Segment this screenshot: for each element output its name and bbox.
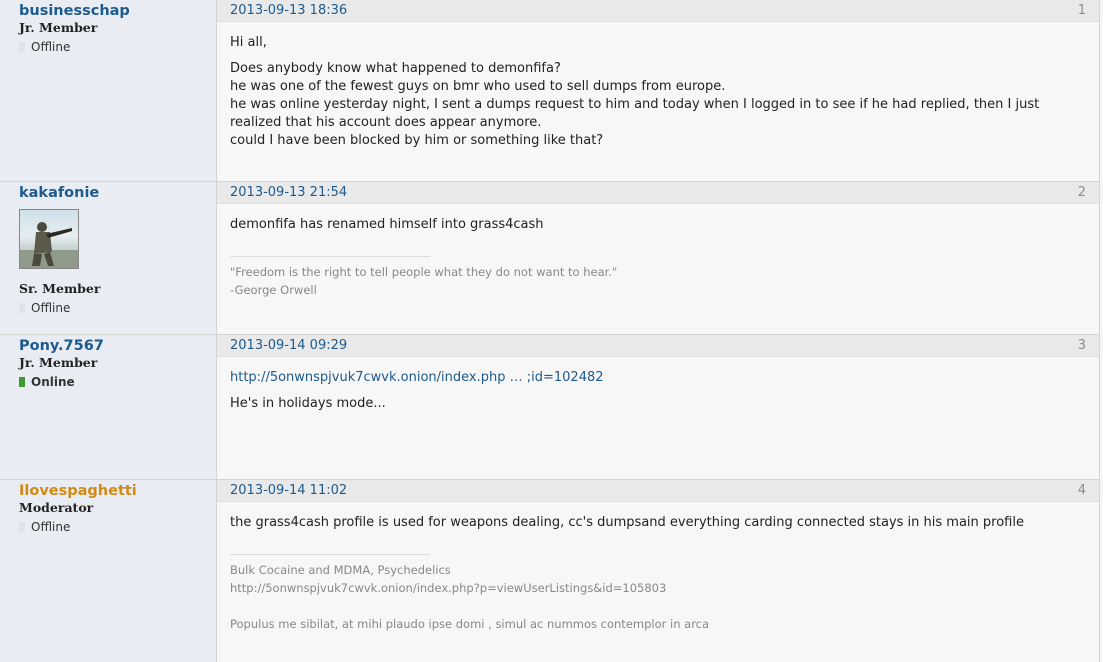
post-text: Does anybody know what happened to demon… <box>230 60 1086 150</box>
post-url-link[interactable]: http://5onwnspjvuk7cwvk.onion/index.php … <box>230 370 604 385</box>
soldier-avatar-icon <box>20 222 78 268</box>
offline-indicator-icon <box>19 303 25 313</box>
post-number: 1 <box>1077 3 1086 18</box>
post-content: 2013-09-13 18:36 1 Hi all, Does anybody … <box>217 0 1100 181</box>
offline-indicator-icon <box>19 522 25 532</box>
signature-line: -George Orwell <box>230 283 317 297</box>
status-label: Offline <box>31 301 71 315</box>
author-status: Online <box>19 375 216 389</box>
post-4: Ilovespaghetti Moderator Offline 2013-09… <box>0 479 1100 662</box>
author-role: Jr. Member <box>19 355 98 370</box>
post-text: Hi all, <box>230 35 267 50</box>
post-text: He's in holidays mode... <box>230 396 386 411</box>
post-body: Hi all, Does anybody know what happened … <box>217 22 1099 150</box>
author-link[interactable]: businesschap <box>19 3 216 19</box>
author-status: Offline <box>19 520 216 534</box>
post-number: 4 <box>1077 483 1086 498</box>
signature-line: Populus me sibilat, at mihi plaudo ipse … <box>230 617 710 631</box>
post-header: 2013-09-13 18:36 1 <box>217 0 1099 22</box>
post-signature: "Freedom is the right to tell people wha… <box>230 256 618 299</box>
status-label: Offline <box>31 520 71 534</box>
author-role: Sr. Member <box>19 281 101 296</box>
signature-line: "Freedom is the right to tell people wha… <box>230 265 618 279</box>
post-header: 2013-09-14 11:02 4 <box>217 480 1099 502</box>
author-link[interactable]: Ilovespaghetti <box>19 483 216 499</box>
post-author-panel: kakafonie Sr. Member Offline <box>0 182 217 334</box>
status-label: Offline <box>31 40 71 54</box>
post-number: 3 <box>1077 338 1086 353</box>
post-date-link[interactable]: 2013-09-14 09:29 <box>230 338 347 353</box>
author-link[interactable]: kakafonie <box>19 185 216 201</box>
post-text: demonfifa has renamed himself into grass… <box>230 217 544 232</box>
author-role: Moderator <box>19 500 94 515</box>
post-date-link[interactable]: 2013-09-13 18:36 <box>230 3 347 18</box>
post-body: demonfifa has renamed himself into grass… <box>217 204 1099 299</box>
signature-line: http://5onwnspjvuk7cwvk.onion/index.php?… <box>230 581 667 595</box>
post-line: he was one of the fewest guys on bmr who… <box>230 79 726 94</box>
offline-indicator-icon <box>19 42 25 52</box>
post-body: http://5onwnspjvuk7cwvk.onion/index.php … <box>217 357 1099 413</box>
author-role: Jr. Member <box>19 20 98 35</box>
post-author-panel: businesschap Jr. Member Offline <box>0 0 217 181</box>
avatar <box>19 209 79 269</box>
post-header: 2013-09-13 21:54 2 <box>217 182 1099 204</box>
post-number: 2 <box>1077 185 1086 200</box>
post-line: Does anybody know what happened to demon… <box>230 61 561 76</box>
signature-line <box>230 597 430 615</box>
post-text: the grass4cash profile is used for weapo… <box>230 515 1024 530</box>
post-signature: Bulk Cocaine and MDMA, Psychedelics http… <box>230 554 710 633</box>
post-author-panel: Pony.7567 Jr. Member Online <box>0 335 217 479</box>
post-date-link[interactable]: 2013-09-14 11:02 <box>230 483 347 498</box>
author-link[interactable]: Pony.7567 <box>19 338 216 354</box>
post-2: kakafonie Sr. Member Offline 2013-09-13 … <box>0 181 1100 334</box>
post-1: businesschap Jr. Member Offline 2013-09-… <box>0 0 1100 181</box>
post-content: 2013-09-14 11:02 4 the grass4cash profil… <box>217 480 1100 662</box>
author-status: Offline <box>19 301 216 315</box>
signature-line: Bulk Cocaine and MDMA, Psychedelics <box>230 563 451 577</box>
post-header: 2013-09-14 09:29 3 <box>217 335 1099 357</box>
post-3: Pony.7567 Jr. Member Online 2013-09-14 0… <box>0 334 1100 479</box>
post-content: 2013-09-13 21:54 2 demonfifa has renamed… <box>217 182 1100 334</box>
post-date-link[interactable]: 2013-09-13 21:54 <box>230 185 347 200</box>
post-body: the grass4cash profile is used for weapo… <box>217 502 1099 633</box>
post-content: 2013-09-14 09:29 3 http://5onwnspjvuk7cw… <box>217 335 1100 479</box>
status-label: Online <box>31 375 75 389</box>
online-indicator-icon <box>19 377 25 387</box>
author-status: Offline <box>19 40 216 54</box>
post-author-panel: Ilovespaghetti Moderator Offline <box>0 480 217 662</box>
post-line: he was online yesterday night, I sent a … <box>230 97 1040 130</box>
post-line: could I have been blocked by him or some… <box>230 133 604 148</box>
